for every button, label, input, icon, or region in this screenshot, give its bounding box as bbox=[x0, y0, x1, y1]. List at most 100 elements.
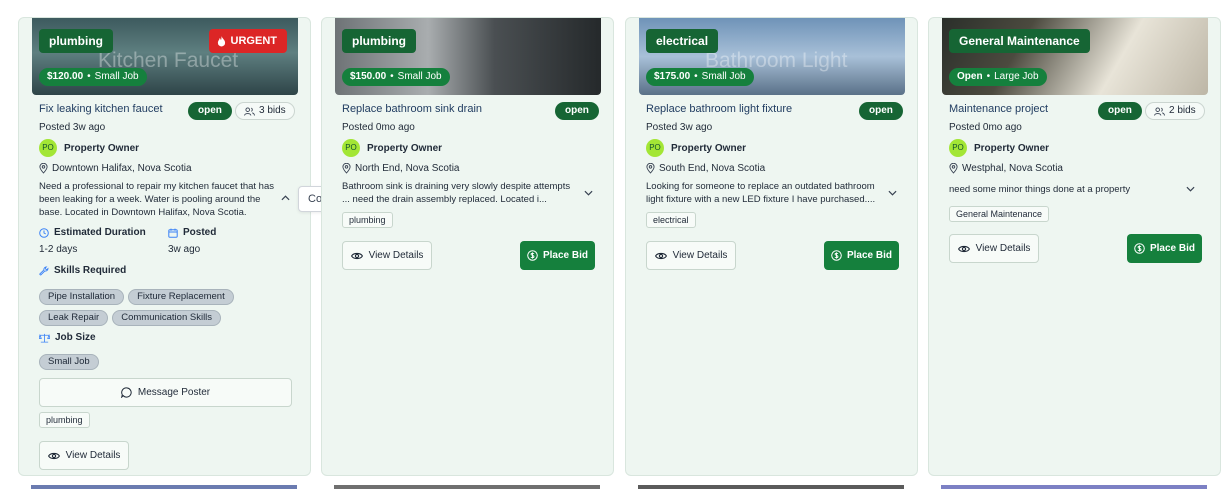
calendar-icon bbox=[168, 228, 178, 238]
price-badge: Open • Large Job bbox=[949, 68, 1047, 86]
job-title[interactable]: Replace bathroom sink drain bbox=[342, 103, 482, 115]
chevron-down-icon[interactable] bbox=[1186, 186, 1195, 192]
next-row-image bbox=[31, 485, 297, 489]
poster-info: PO Property Owner bbox=[646, 139, 746, 157]
map-pin-icon bbox=[949, 163, 958, 174]
users-icon bbox=[1154, 106, 1165, 116]
job-size: Small Job bbox=[94, 71, 139, 82]
flame-icon bbox=[217, 35, 225, 46]
job-title[interactable]: Maintenance project bbox=[949, 103, 1048, 115]
posted-value: 3w ago bbox=[168, 244, 201, 255]
next-row-image bbox=[941, 485, 1207, 489]
poster-info: PO Property Owner bbox=[949, 139, 1049, 157]
location: Downtown Halifax, Nova Scotia bbox=[39, 163, 192, 174]
price-badge: $120.00 • Small Job bbox=[39, 68, 147, 86]
dollar-circle-icon bbox=[831, 250, 842, 261]
price: $150.00 bbox=[350, 71, 387, 82]
price-badge: $175.00 • Small Job bbox=[646, 68, 754, 86]
price: Open bbox=[957, 71, 983, 82]
scale-icon bbox=[39, 333, 50, 343]
map-pin-icon bbox=[39, 163, 48, 174]
job-image: Bathroom Light electrical $175.00 • Small … bbox=[639, 18, 905, 95]
poster-info: PO Property Owner bbox=[39, 139, 139, 157]
status-badge: open bbox=[859, 102, 903, 120]
duration-label: Estimated Duration bbox=[39, 227, 146, 238]
clock-icon bbox=[39, 227, 49, 238]
avatar: PO bbox=[39, 139, 57, 157]
category-badge: plumbing bbox=[39, 29, 113, 53]
chevron-down-icon[interactable] bbox=[888, 190, 897, 196]
job-description: Looking for someone to replace an outdat… bbox=[646, 181, 876, 205]
message-icon bbox=[120, 387, 132, 398]
chevron-down-icon[interactable] bbox=[584, 190, 593, 196]
view-details-button[interactable]: View Details bbox=[646, 241, 736, 270]
eye-icon bbox=[47, 452, 60, 459]
status-badge: open bbox=[188, 102, 232, 120]
skill-pill: Fixture Replacement bbox=[128, 289, 234, 305]
job-image: plumbing $150.00 • Small Job bbox=[335, 18, 601, 95]
poster-info: PO Property Owner bbox=[342, 139, 442, 157]
map-pin-icon bbox=[646, 163, 655, 174]
place-bid-button[interactable]: Place Bid bbox=[520, 241, 595, 270]
job-title[interactable]: Fix leaking kitchen faucet bbox=[39, 103, 163, 115]
bids-badge: 3 bids bbox=[235, 102, 295, 120]
urgent-badge: URGENT bbox=[208, 29, 287, 53]
dollar-circle-icon bbox=[1134, 243, 1145, 254]
category-tag: plumbing bbox=[39, 412, 90, 428]
posted-time: Posted 3w ago bbox=[646, 122, 713, 133]
posted-time: Posted 0mo ago bbox=[949, 122, 1022, 133]
category-badge: General Maintenance bbox=[949, 29, 1090, 53]
posted-time: Posted 0mo ago bbox=[342, 122, 415, 133]
map-pin-icon bbox=[342, 163, 351, 174]
eye-icon bbox=[957, 245, 970, 252]
users-icon bbox=[244, 106, 255, 116]
job-description: Bathroom sink is draining very slowly de… bbox=[342, 181, 571, 205]
job-card-4: General Maintenance Open • Large Job Maint… bbox=[928, 17, 1221, 476]
job-image: General Maintenance Open • Large Job bbox=[942, 18, 1208, 95]
next-row-image bbox=[638, 485, 904, 489]
avatar: PO bbox=[646, 139, 664, 157]
job-card-2: plumbing $150.00 • Small Job Replace bathr… bbox=[321, 17, 614, 476]
category-tag: plumbing bbox=[342, 212, 393, 228]
eye-icon bbox=[654, 252, 667, 259]
owner-name: Property Owner bbox=[64, 142, 140, 154]
wrench-icon bbox=[39, 265, 49, 275]
job-size-pill: Small Job bbox=[39, 354, 99, 370]
location-text: Downtown Halifax, Nova Scotia bbox=[52, 163, 192, 174]
location-text: South End, Nova Scotia bbox=[659, 163, 766, 174]
place-bid-button[interactable]: Place Bid bbox=[1127, 234, 1202, 263]
category-tag: General Maintenance bbox=[949, 206, 1050, 222]
status-badge: open bbox=[1098, 102, 1142, 120]
chevron-up-icon[interactable] bbox=[281, 195, 290, 201]
location-text: North End, Nova Scotia bbox=[355, 163, 460, 174]
job-size: Large Job bbox=[994, 71, 1039, 82]
skill-pill: Pipe Installation bbox=[39, 289, 125, 305]
job-image: Kitchen Faucet plumbing URGENT $120.00 • S… bbox=[32, 18, 298, 95]
skills-list: Pipe Installation Fixture Replacement Lea… bbox=[39, 284, 279, 326]
bids-count: 3 bids bbox=[259, 105, 286, 116]
skills-label: Skills Required bbox=[39, 265, 126, 276]
price: $175.00 bbox=[654, 71, 691, 82]
owner-name: Property Owner bbox=[671, 142, 747, 154]
view-details-button[interactable]: View Details bbox=[342, 241, 432, 270]
avatar: PO bbox=[949, 139, 967, 157]
job-title[interactable]: Replace bathroom light fixture bbox=[646, 103, 792, 115]
location-text: Westphal, Nova Scotia bbox=[962, 163, 1063, 174]
price-badge: $150.00 • Small Job bbox=[342, 68, 450, 86]
job-description: need some minor things done at a propert… bbox=[949, 184, 1131, 195]
location: North End, Nova Scotia bbox=[342, 163, 460, 174]
urgent-label: URGENT bbox=[230, 35, 277, 47]
job-description: Need a professional to repair my kitchen… bbox=[39, 181, 274, 218]
eye-icon bbox=[350, 252, 363, 259]
message-poster-button[interactable]: Message Poster bbox=[39, 378, 292, 407]
view-details-button[interactable]: View Details bbox=[39, 441, 129, 470]
skill-pill: Communication Skills bbox=[112, 310, 222, 326]
job-card-1: Kitchen Faucet plumbing URGENT $120.00 • S… bbox=[18, 17, 311, 476]
status-badge: open bbox=[555, 102, 599, 120]
place-bid-button[interactable]: Place Bid bbox=[824, 241, 899, 270]
next-row-image bbox=[334, 485, 600, 489]
bids-badge: 2 bids bbox=[1145, 102, 1205, 120]
job-size: Small Job bbox=[701, 71, 746, 82]
view-details-button[interactable]: View Details bbox=[949, 234, 1039, 263]
location: South End, Nova Scotia bbox=[646, 163, 765, 174]
